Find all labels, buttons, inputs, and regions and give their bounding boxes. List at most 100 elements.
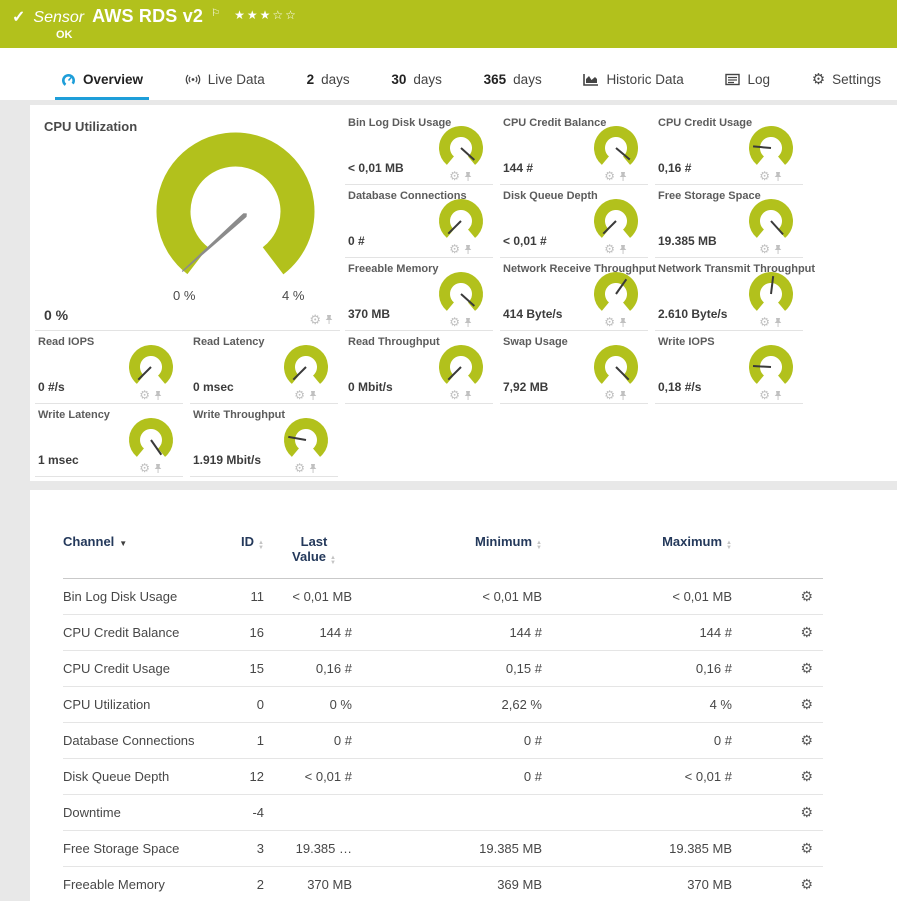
gauge: [747, 124, 795, 172]
channel-name: Bin Log Disk Usage: [63, 579, 230, 615]
gauge-tile-network-receive-throughput[interactable]: Network Receive Throughput 414 Byte/s ⚙: [500, 258, 648, 331]
gauge-tile-freeable-memory[interactable]: Freeable Memory 370 MB ⚙: [345, 258, 493, 331]
gear-icon[interactable]: ⚙: [294, 389, 305, 401]
pin-icon[interactable]: [153, 390, 163, 401]
channel-settings-icon[interactable]: ⚙: [800, 768, 813, 784]
gauge: [592, 197, 640, 245]
column-header-id[interactable]: ID▲▼: [230, 520, 270, 579]
tab-overview[interactable]: Overview: [55, 72, 149, 100]
table-row[interactable]: Freeable Memory 2 370 MB 369 MB 370 MB ⚙: [63, 867, 823, 901]
gear-icon[interactable]: ⚙: [604, 316, 615, 328]
gear-icon[interactable]: ⚙: [604, 170, 615, 182]
gauge: [592, 343, 640, 391]
gauge-title: Free Storage Space: [658, 190, 761, 202]
channel-id: 11: [230, 579, 270, 615]
gauge-tile-disk-queue-depth[interactable]: Disk Queue Depth < 0,01 # ⚙: [500, 185, 648, 258]
channel-name: Free Storage Space: [63, 831, 230, 867]
table-row[interactable]: CPU Credit Usage 15 0,16 # 0,15 # 0,16 #…: [63, 651, 823, 687]
gear-icon[interactable]: ⚙: [449, 170, 460, 182]
gauge-tile-network-transmit-throughput[interactable]: Network Transmit Throughput 2.610 Byte/s…: [655, 258, 803, 331]
minimum-value: 0 #: [358, 723, 548, 759]
table-row[interactable]: CPU Utilization 0 0 % 2,62 % 4 % ⚙: [63, 687, 823, 723]
column-header-channel[interactable]: Channel▼: [63, 520, 230, 579]
gear-icon[interactable]: ⚙: [759, 316, 770, 328]
gauge-tile-read-latency[interactable]: Read Latency 0 msec ⚙: [190, 331, 338, 404]
gauge-tile-read-throughput[interactable]: Read Throughput 0 Mbit/s ⚙: [345, 331, 493, 404]
pin-icon[interactable]: [308, 390, 318, 401]
pin-icon[interactable]: [463, 390, 473, 401]
table-row[interactable]: Disk Queue Depth 12 < 0,01 # 0 # < 0,01 …: [63, 759, 823, 795]
gear-icon[interactable]: ⚙: [139, 462, 150, 474]
gear-icon[interactable]: ⚙: [759, 389, 770, 401]
gear-icon[interactable]: ⚙: [604, 389, 615, 401]
gear-icon[interactable]: ⚙: [449, 389, 460, 401]
pin-icon[interactable]: [773, 390, 783, 401]
gauge: [127, 343, 175, 391]
pin-icon[interactable]: [463, 317, 473, 328]
gauge-tile-swap-usage[interactable]: Swap Usage 7,92 MB ⚙: [500, 331, 648, 404]
minimum-value: 19.385 MB: [358, 831, 548, 867]
column-header-minimum[interactable]: Minimum▲▼: [358, 520, 548, 579]
channel-settings-icon[interactable]: ⚙: [800, 588, 813, 604]
channel-settings-icon[interactable]: ⚙: [800, 876, 813, 892]
gauge-tile-cpu-utilization[interactable]: CPU Utilization 0 % 4 % 0 % ⚙: [35, 109, 340, 331]
gear-icon[interactable]: ⚙: [139, 389, 150, 401]
gauge-tile-bin-log-disk-usage[interactable]: Bin Log Disk Usage < 0,01 MB ⚙: [345, 112, 493, 185]
pin-icon[interactable]: [618, 390, 628, 401]
sensor-header: ✓ Sensor AWS RDS v2 ⚐ ★★★☆☆ OK: [0, 0, 897, 48]
channel-settings-icon[interactable]: ⚙: [800, 732, 813, 748]
gauge-tile-write-iops[interactable]: Write IOPS 0,18 #/s ⚙: [655, 331, 803, 404]
gauge-value: 0,18 #/s: [658, 380, 701, 394]
column-header-last-value[interactable]: Last Value▲▼: [270, 520, 358, 579]
gauge-tile-read-iops[interactable]: Read IOPS 0 #/s ⚙: [35, 331, 183, 404]
gear-icon[interactable]: ⚙: [449, 316, 460, 328]
flag-icon[interactable]: ⚐: [211, 8, 220, 19]
pin-icon[interactable]: [308, 463, 318, 474]
pin-icon[interactable]: [773, 244, 783, 255]
channel-settings-icon[interactable]: ⚙: [800, 696, 813, 712]
tab-30-days[interactable]: 30 days: [385, 72, 448, 100]
table-row[interactable]: Downtime -4 ⚙: [63, 795, 823, 831]
gear-icon[interactable]: ⚙: [294, 462, 305, 474]
gauge: [127, 416, 175, 464]
tab-settings[interactable]: ⚙ Settings: [806, 72, 887, 100]
priority-stars[interactable]: ★★★☆☆: [234, 8, 298, 22]
pin-icon[interactable]: [773, 171, 783, 182]
channel-settings-icon[interactable]: ⚙: [800, 804, 813, 820]
table-row[interactable]: Database Connections 1 0 # 0 # 0 # ⚙: [63, 723, 823, 759]
tab-2-days[interactable]: 2 days: [301, 72, 356, 100]
table-row[interactable]: Bin Log Disk Usage 11 < 0,01 MB < 0,01 M…: [63, 579, 823, 615]
gauge-tile-cpu-credit-balance[interactable]: CPU Credit Balance 144 # ⚙: [500, 112, 648, 185]
pin-icon[interactable]: [618, 244, 628, 255]
pin-icon[interactable]: [773, 317, 783, 328]
channel-id: 2: [230, 867, 270, 901]
tab-live-data[interactable]: Live Data: [179, 72, 271, 100]
gauge-tile-free-storage-space[interactable]: Free Storage Space 19.385 MB ⚙: [655, 185, 803, 258]
gauge-tile-cpu-credit-usage[interactable]: CPU Credit Usage 0,16 # ⚙: [655, 112, 803, 185]
pin-icon[interactable]: [324, 314, 334, 325]
tab-historic-data[interactable]: Historic Data: [577, 72, 689, 100]
gear-icon[interactable]: ⚙: [449, 243, 460, 255]
pin-icon[interactable]: [618, 171, 628, 182]
tab-log[interactable]: Log: [719, 72, 776, 100]
channel-id: 0: [230, 687, 270, 723]
gear-icon[interactable]: ⚙: [759, 170, 770, 182]
tab-365-days[interactable]: 365 days: [478, 72, 548, 100]
pin-icon[interactable]: [463, 171, 473, 182]
pin-icon[interactable]: [463, 244, 473, 255]
channel-settings-icon[interactable]: ⚙: [800, 840, 813, 856]
gauge-value: 144 #: [503, 161, 533, 175]
channel-settings-icon[interactable]: ⚙: [800, 660, 813, 676]
column-header-maximum[interactable]: Maximum▲▼: [548, 520, 738, 579]
gear-icon[interactable]: ⚙: [759, 243, 770, 255]
gauge-tile-write-latency[interactable]: Write Latency 1 msec ⚙: [35, 404, 183, 477]
pin-icon[interactable]: [153, 463, 163, 474]
gear-icon[interactable]: ⚙: [604, 243, 615, 255]
channel-settings-icon[interactable]: ⚙: [800, 624, 813, 640]
gauge-tile-database-connections[interactable]: Database Connections 0 # ⚙: [345, 185, 493, 258]
table-row[interactable]: Free Storage Space 3 19.385 … 19.385 MB …: [63, 831, 823, 867]
gear-icon[interactable]: ⚙: [309, 313, 321, 326]
pin-icon[interactable]: [618, 317, 628, 328]
table-row[interactable]: CPU Credit Balance 16 144 # 144 # 144 # …: [63, 615, 823, 651]
gauge-tile-write-throughput[interactable]: Write Throughput 1.919 Mbit/s ⚙: [190, 404, 338, 477]
